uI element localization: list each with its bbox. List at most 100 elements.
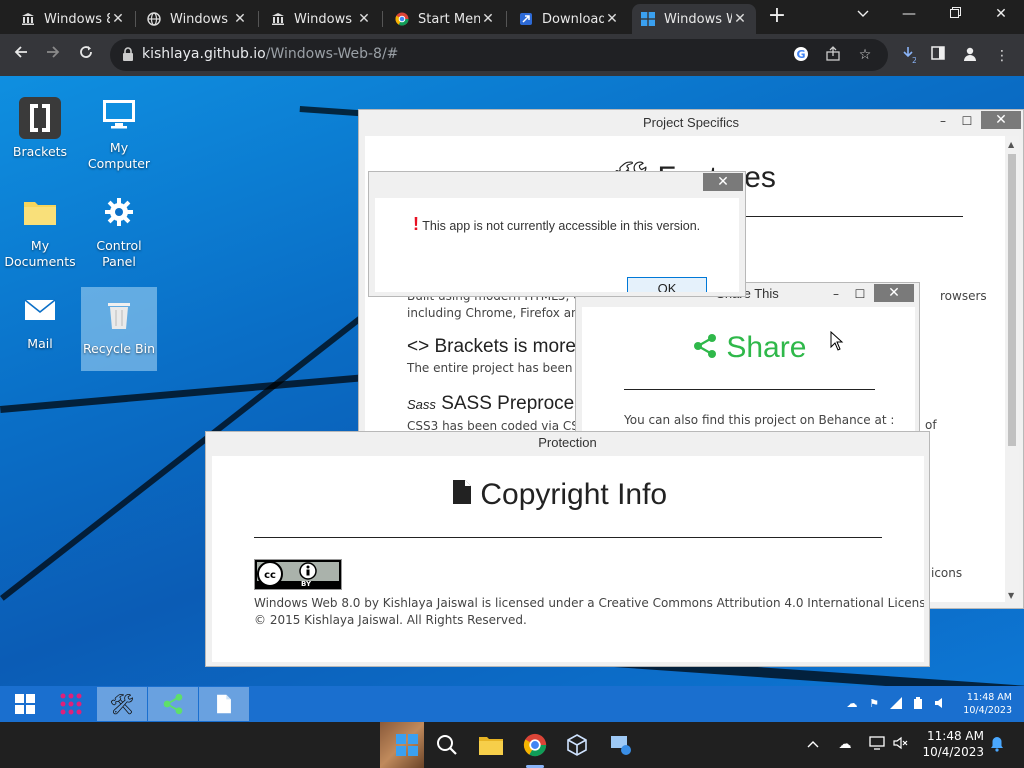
tab-separator — [506, 11, 507, 27]
tab-search-button[interactable] — [840, 0, 886, 30]
taskbar-project-specifics[interactable]: 🛠 — [97, 687, 147, 721]
svg-text:G: G — [796, 48, 805, 61]
share-content: Share You can also find this project on … — [582, 307, 915, 447]
close-icon[interactable]: ✕ — [480, 11, 496, 27]
tab-windows-1[interactable]: Windows 1 ✕ — [138, 4, 256, 34]
tab-label: Windows 1 — [170, 11, 232, 27]
close-window-button[interactable]: ✕ — [978, 0, 1024, 30]
share-page-icon[interactable] — [824, 46, 842, 64]
tab-windows-8-b[interactable]: Windows 8 ✕ — [262, 4, 380, 34]
cloud-icon[interactable]: ☁ — [836, 736, 854, 754]
reload-icon — [80, 46, 92, 58]
url-path: /Windows-Web-8/# — [265, 46, 399, 62]
profile-icon[interactable] — [960, 46, 980, 66]
virtualbox-button[interactable] — [562, 730, 592, 760]
taskbar-share[interactable] — [148, 687, 198, 721]
protection-content: Copyright Info cc BY Windows Web 8.0 by … — [212, 456, 924, 662]
close-button[interactable]: ✕ — [874, 284, 914, 302]
maximize-button[interactable]: ☐ — [852, 285, 868, 303]
kebab-menu-icon[interactable]: ⋮ — [992, 46, 1012, 66]
share-this-window[interactable]: Share This – ☐ ✕ Share You can also find… — [575, 282, 920, 452]
w11-start-button[interactable] — [392, 730, 422, 760]
cloud-icon[interactable]: ☁ — [845, 697, 859, 711]
tab-windows-web-active[interactable]: Windows W ✕ — [632, 4, 756, 34]
lock-icon — [123, 47, 133, 61]
signal-icon[interactable] — [889, 697, 903, 711]
w11-date: 10/4/2023 — [922, 745, 984, 759]
alert-dialog[interactable]: ✕ ! This app is not currently accessible… — [368, 171, 746, 297]
search-button[interactable] — [432, 730, 462, 760]
minimize-button[interactable]: – — [933, 112, 953, 130]
notification-bell-icon[interactable] — [988, 736, 1006, 754]
minimize-button[interactable]: – — [828, 285, 844, 303]
features-line2: including Chrome, Firefox and — [407, 306, 587, 320]
tab-start-menu[interactable]: Start Menu ✕ — [386, 4, 504, 34]
download-site-icon — [518, 11, 534, 27]
forward-button[interactable] — [40, 42, 66, 68]
desktop-icon-mail[interactable]: Mail — [2, 288, 78, 352]
desktop-icon-brackets[interactable]: Brackets — [2, 96, 78, 160]
maximize-button[interactable]: ☐ — [957, 112, 977, 130]
file-explorer-button[interactable] — [476, 730, 506, 760]
tab-windows-8-a[interactable]: Windows 8 ✕ — [12, 4, 134, 34]
bookmark-star-icon[interactable]: ☆ — [856, 46, 874, 64]
close-icon[interactable]: ✕ — [110, 11, 126, 27]
copyright-heading: Copyright Info — [452, 478, 667, 512]
chrome-button[interactable] — [520, 730, 550, 760]
alert-message-text: This app is not currently accessible in … — [422, 219, 701, 233]
volume-muted-icon[interactable] — [892, 736, 910, 754]
brackets-text: The entire project has been co — [407, 361, 591, 375]
reload-button[interactable] — [73, 42, 99, 68]
tab-downloading[interactable]: Downloadi ✕ — [510, 4, 628, 34]
chevron-up-icon[interactable] — [804, 736, 822, 754]
w8-taskbar: 🛠 ☁ ⚑ 11:48 AM 10/4/2023 — [0, 686, 1024, 722]
close-icon[interactable]: ✕ — [232, 11, 248, 27]
attribution-icon — [299, 562, 317, 580]
close-icon[interactable]: ✕ — [604, 11, 620, 27]
desktop-icon-label: Mail — [27, 336, 53, 351]
google-icon[interactable]: G — [792, 46, 810, 64]
minimize-button[interactable]: — — [886, 0, 932, 30]
desktop-icon-control-panel[interactable]: Control Panel — [81, 190, 157, 270]
protection-window[interactable]: Protection Copyright Info cc BY Windows … — [205, 431, 930, 667]
scroll-up-icon[interactable]: ▲ — [1008, 140, 1014, 149]
monitor-icon[interactable] — [868, 736, 886, 754]
tab-separator — [135, 11, 136, 27]
scrollbar-thumb[interactable] — [1008, 154, 1016, 446]
restore-button[interactable] — [932, 0, 978, 30]
close-icon[interactable]: ✕ — [356, 11, 372, 27]
desktop-icon-my-computer[interactable]: My Computer — [81, 92, 157, 172]
ok-button[interactable]: OK — [627, 277, 707, 292]
downloads-icon[interactable]: 2 — [898, 46, 918, 66]
back-button[interactable] — [8, 42, 34, 68]
apps-grid-button[interactable] — [46, 687, 96, 721]
close-icon[interactable]: ✕ — [732, 11, 748, 27]
close-button[interactable]: ✕ — [703, 173, 743, 191]
icons-fragment: icons — [931, 566, 963, 580]
scroll-down-icon[interactable]: ▼ — [1008, 591, 1014, 600]
desktop-icon-my-documents[interactable]: My Documents — [2, 190, 78, 270]
new-tab-button[interactable]: + — [764, 4, 790, 30]
cc-by-badge[interactable]: cc BY — [254, 559, 342, 590]
svg-text:cc: cc — [264, 570, 276, 581]
side-panel-icon[interactable] — [928, 46, 948, 66]
taskbar-protection[interactable] — [199, 687, 249, 721]
w11-clock[interactable]: 11:48 AM 10/4/2023 — [922, 728, 984, 760]
battery-icon[interactable] — [911, 697, 925, 711]
desktop-icon-label: My Documents — [4, 238, 76, 269]
volume-icon[interactable] — [933, 697, 947, 711]
flag-icon[interactable]: ⚑ — [867, 697, 881, 711]
url-host: kishlaya.github.io — [142, 46, 266, 62]
desktop-icon-recycle-bin[interactable]: Recycle Bin — [81, 287, 157, 371]
start-button[interactable] — [0, 687, 50, 721]
recycle-bin-icon — [97, 293, 141, 337]
folder-icon — [479, 737, 503, 755]
w8-clock[interactable]: 11:48 AM 10/4/2023 — [963, 691, 1012, 717]
chrome-icon — [523, 733, 547, 757]
divider — [624, 389, 875, 390]
network-app-button[interactable] — [606, 730, 636, 760]
address-bar[interactable]: kishlaya.github.io/Windows-Web-8/# G ☆ — [110, 39, 888, 71]
close-button[interactable]: ✕ — [981, 111, 1021, 129]
scrollbar[interactable]: ▲ ▼ — [1005, 136, 1019, 602]
browser-tab-strip: Windows 8 ✕ Windows 1 ✕ Windows 8 ✕ Star… — [0, 0, 1024, 34]
